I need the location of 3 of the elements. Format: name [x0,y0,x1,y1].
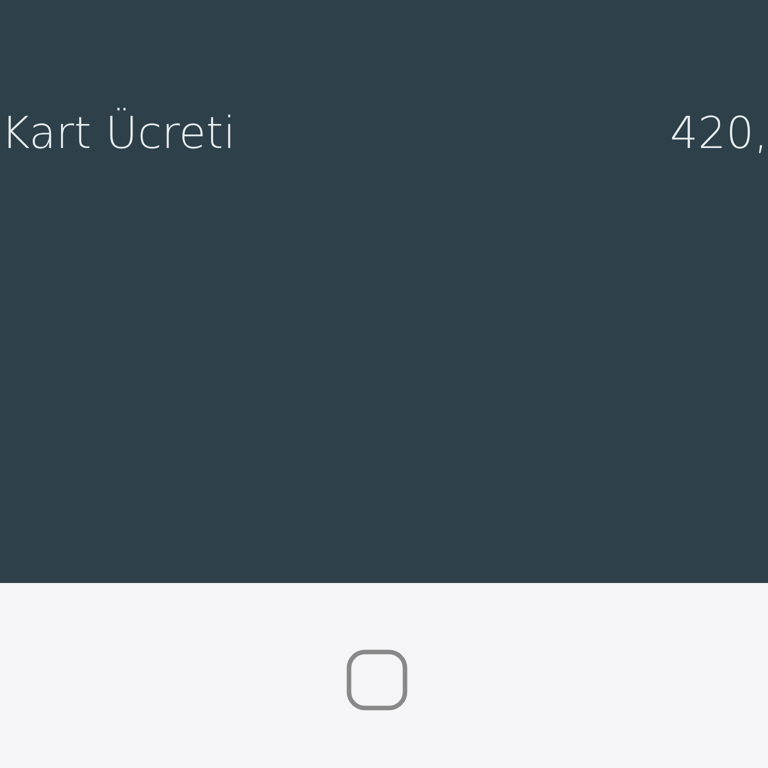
fee-amount: 420, [670,107,768,161]
home-icon[interactable] [346,649,408,711]
fee-label: Kart Ücreti [1,106,236,161]
